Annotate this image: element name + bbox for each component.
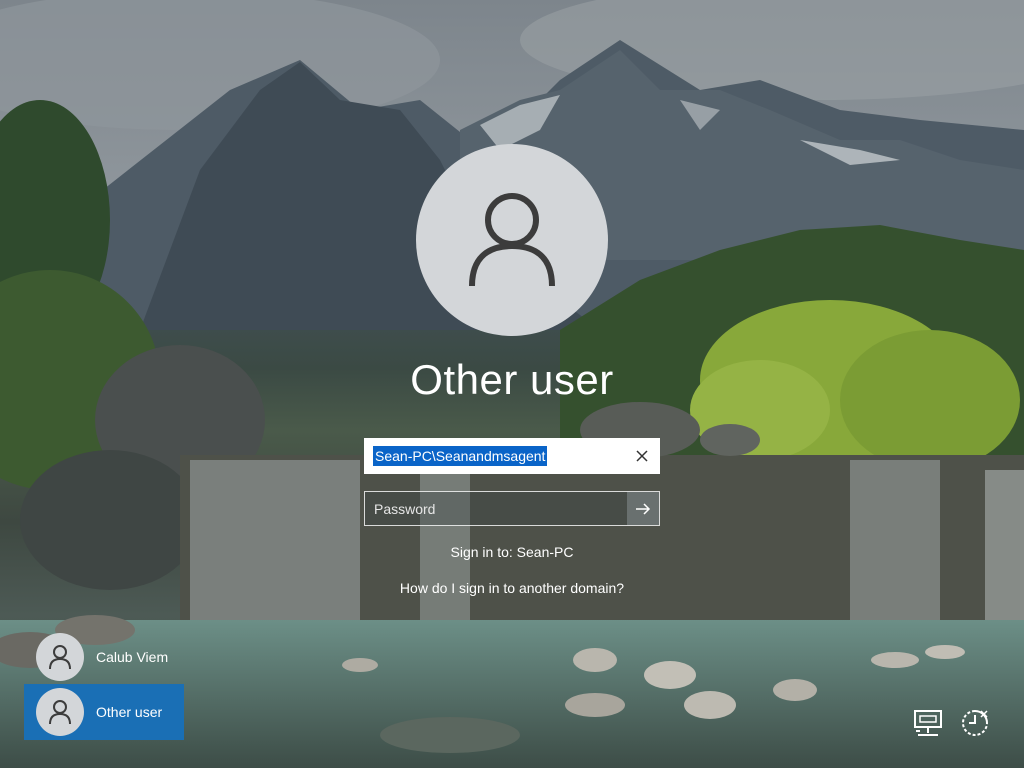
password-placeholder: Password <box>374 501 436 517</box>
username-value: Sean-PC\Seanandmsagent <box>373 446 548 466</box>
domain-help-link[interactable]: How do I sign in to another domain? <box>0 580 1024 596</box>
user-tile-name: Other user <box>96 704 163 720</box>
person-icon <box>49 645 71 670</box>
user-tile-other-user[interactable]: Other user <box>24 684 184 740</box>
submit-button[interactable] <box>627 492 659 525</box>
username-field[interactable]: Sean-PC\Seanandmsagent <box>364 438 660 474</box>
lock-screen: Other user Sean-PC\Seanandmsagent Passwo… <box>0 0 1024 768</box>
ease-of-access-button[interactable] <box>958 706 992 740</box>
ease-of-access-icon <box>962 710 988 736</box>
person-icon <box>469 193 555 287</box>
user-tile-calub-viem[interactable]: Calub Viem <box>24 629 184 685</box>
user-avatar <box>416 144 608 336</box>
account-display-name: Other user <box>410 356 614 403</box>
person-icon <box>49 700 71 725</box>
network-icon <box>914 710 942 736</box>
password-field[interactable]: Password <box>364 491 660 526</box>
close-icon[interactable] <box>633 447 651 465</box>
user-tile-name: Calub Viem <box>96 649 169 665</box>
network-button[interactable] <box>911 706 945 740</box>
avatar <box>36 688 84 736</box>
sign-in-target: Sign in to: Sean-PC <box>450 544 574 560</box>
avatar <box>36 633 84 681</box>
arrow-right-icon <box>636 502 651 515</box>
